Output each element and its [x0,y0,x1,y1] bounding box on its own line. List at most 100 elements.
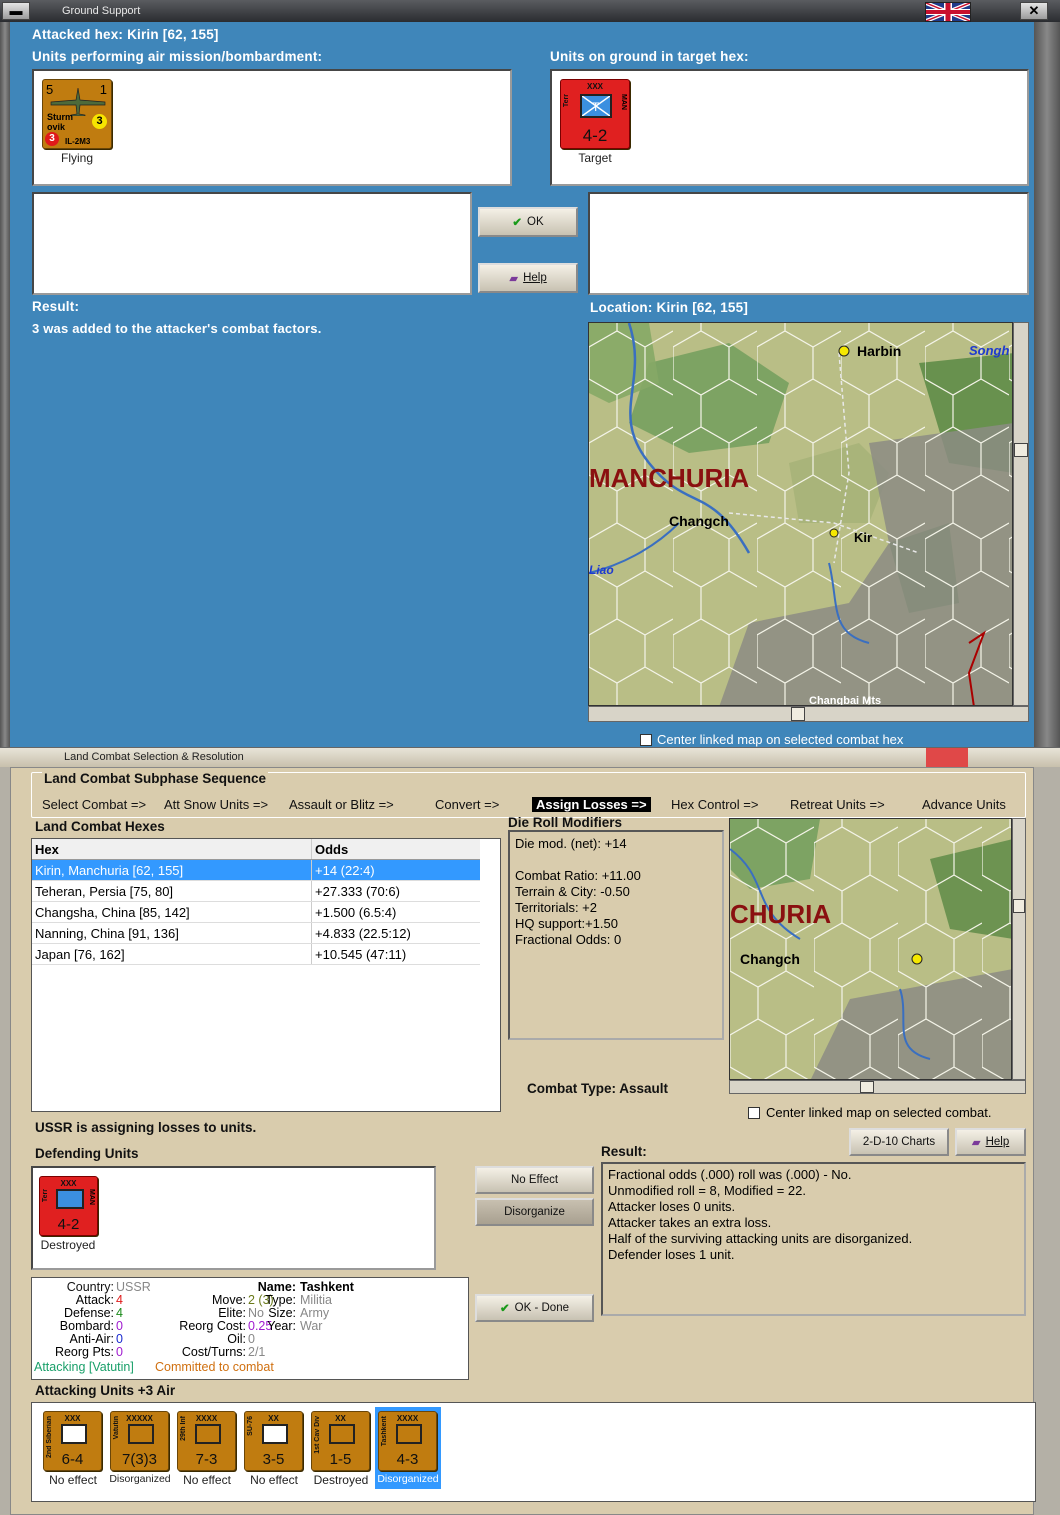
modifier-line: Fractional Odds: 0 [515,932,622,947]
result-line: Half of the surviving attacking units ar… [608,1231,913,1246]
location-label: Location: Kirin [62, 155] [590,300,749,315]
attacker-counter[interactable]: XXXX Tashkent 4-3 [378,1411,437,1471]
target-side: Terr [563,94,570,108]
minimize-icon[interactable]: ▬ [2,2,30,20]
attacker-side: 1st Cav Div [314,1416,321,1454]
territorial-symbol-icon [56,1189,84,1209]
unit-symbol-icon [61,1424,87,1444]
attacker-counter[interactable]: XXXXX Vatutin 7(3)3 [110,1411,169,1471]
seq-hex-control: Hex Control => [671,797,759,812]
defender-side-right: MAN [88,1189,95,1205]
hexes-title: Land Combat Hexes [35,819,165,834]
table-row[interactable]: Nanning, China [91, 136] +4.833 (22.5:12) [32,923,480,944]
table-row[interactable]: Teheran, Persia [75, 80] +27.333 (70:6) [32,881,480,902]
svg-text:T: T [592,100,600,114]
modifiers-title: Die Roll Modifiers [508,815,623,830]
combat-map[interactable]: CHURIA Changch XXXXX7(3)3 XXXX7-3 XXX6-4… [729,818,1012,1080]
air-unit-counter[interactable]: 5 1 Sturm ovik 3 3 IL-2M3 [42,79,112,149]
target-size: XXX [586,82,603,91]
no-effect-label: No Effect [510,1174,559,1186]
combat-map-vscrollbar[interactable] [1012,818,1026,1080]
attacker-caption: Disorganized [109,1473,171,1485]
attacker-strength: 7(3)3 [121,1451,158,1468]
help-button-bottom[interactable]: ▰ Help [955,1128,1026,1156]
map-vscrollbar[interactable] [1013,322,1029,706]
label: Cost/Turns: [181,1345,246,1359]
checkbox-icon[interactable] [640,734,652,746]
attacker-unit[interactable]: XX SU-76 3-5 No effect [241,1407,307,1489]
attacked-hex-label: Attacked hex: Kirin [62, 155] [32,27,219,42]
attacker-strength: 1-5 [329,1451,352,1468]
hex-cell: Nanning, China [91, 136] [32,923,312,943]
combat-map-hscrollbar[interactable] [729,1080,1026,1094]
attacker-unit[interactable]: XXXX 29th Inf 7-3 No effect [174,1407,240,1489]
table-row[interactable]: Changsha, China [85, 142] +1.500 (6.5:4) [32,902,480,923]
col-hex[interactable]: Hex [32,839,312,859]
disorganize-button[interactable]: Disorganize [475,1198,594,1226]
air-unit-caption: Flying [60,151,93,165]
bottom-window-title: Land Combat Selection & Resolution [64,751,244,763]
attacker-unit[interactable]: XXXX Tashkent 4-3 Disorganized [375,1407,441,1489]
seq-convert: Convert => [435,797,500,812]
attacker-side: 29th Inf [180,1416,187,1441]
air-units-label: Units performing air mission/bombardment… [32,49,323,64]
table-row[interactable]: Kirin, Manchuria [62, 155] +14 (22:4) [32,860,480,881]
attacker-caption: Disorganized [377,1473,439,1485]
combat-hexes-table[interactable]: Hex Odds Kirin, Manchuria [62, 155] +14 (… [31,838,501,1112]
right-frame [1034,22,1060,747]
attacker-counter[interactable]: XX 1st Cav Div 1-5 [311,1411,370,1471]
hex-cell: Changsha, China [85, 142] [32,902,312,922]
attacker-side: SU-76 [247,1416,254,1436]
attacker-strength: 6-4 [61,1451,84,1468]
modifier-line: Terrain & City: -0.50 [515,884,630,899]
air-type: IL-2M3 [65,137,91,146]
target-unit-counter[interactable]: XXX Terr MAN T 4-2 [560,79,630,149]
ok-label: OK [527,216,544,228]
attacker-caption: No effect [49,1473,97,1487]
table-header: Hex Odds [32,839,480,860]
seq-att-snow: Att Snow Units => [164,797,269,812]
label: Year: [267,1319,296,1333]
air-units-box: 5 1 Sturm ovik 3 3 IL-2M3 Flying [32,69,512,186]
attacker-unit[interactable]: XXX 2nd Siberian 6-4 No effect [40,1407,106,1489]
committed-status: Committed to combat [155,1360,274,1374]
defender-caption: Destroyed [40,1238,96,1252]
map-hscrollbar[interactable] [588,706,1029,722]
combat-type: Combat Type: Assault [527,1081,669,1096]
center-map-checkbox[interactable]: Center linked map on selected combat hex [640,732,903,747]
map-label-liao: Liao [589,563,614,577]
close-strip[interactable] [926,748,968,768]
col-odds[interactable]: Odds [312,839,348,859]
center-combat-checkbox[interactable]: Center linked map on selected combat. [748,1105,991,1120]
defender-side: Terr [42,1189,49,1203]
attacker-unit[interactable]: XXXXX Vatutin 7(3)3 Disorganized [107,1407,173,1489]
seq-assault-blitz: Assault or Blitz => [289,797,394,812]
hex-cell: Kirin, Manchuria [62, 155] [32,860,312,880]
seq-advance-units: Advance Units [922,797,1006,812]
help-button[interactable]: ▰ Help [478,263,578,293]
territorial-symbol-icon: T [580,94,612,118]
map-label-changbai: Changbai Mts [809,695,882,706]
no-effect-button[interactable]: No Effect [475,1166,594,1194]
location-map[interactable]: Harbin Songh MANCHURIA Changch Liao Chan… [588,322,1013,706]
table-row[interactable]: Japan [76, 162] +10.545 (47:11) [32,944,480,965]
seq-assign-losses: Assign Losses => [532,797,651,812]
attacker-strength: 7-3 [195,1451,218,1468]
combat-map-manchuria: CHURIA [730,899,832,929]
attacker-counter[interactable]: XX SU-76 3-5 [244,1411,303,1471]
ok-button[interactable]: ✔ OK [478,207,578,237]
close-icon[interactable]: ✕ [1020,2,1048,20]
charts-button[interactable]: 2-D-10 Charts [849,1128,949,1156]
sequence-group: Land Combat Subphase Sequence Select Com… [31,771,1026,818]
checkbox-icon[interactable] [748,1107,760,1119]
modifier-line: Die mod. (net): +14 [515,836,627,851]
reorg-value: 0 [116,1345,123,1359]
attacker-unit[interactable]: XX 1st Cav Div 1-5 Destroyed [308,1407,374,1489]
attacker-counter[interactable]: XXXX 29th Inf 7-3 [177,1411,236,1471]
map-label-manchuria: MANCHURIA [589,463,750,493]
book-icon: ▰ [509,273,519,285]
defender-counter[interactable]: XXX Terr MAN 4-2 [39,1176,98,1236]
target-strength: 4-2 [582,126,608,145]
ok-done-button[interactable]: ✔ OK - Done [475,1294,594,1322]
attacker-counter[interactable]: XXX 2nd Siberian 6-4 [43,1411,102,1471]
